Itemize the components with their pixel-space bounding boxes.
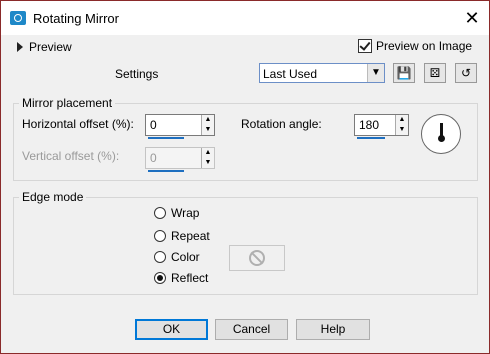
save-preset-button[interactable]: 💾 xyxy=(393,63,415,83)
title-bar: Rotating Mirror ✕ xyxy=(1,1,489,35)
chevron-down-icon[interactable]: ▼ xyxy=(367,64,384,82)
edge-mode-wrap[interactable]: Wrap xyxy=(154,206,199,220)
preview-on-image-checkbox[interactable] xyxy=(358,39,372,53)
rotation-angle-value: 180 xyxy=(359,118,380,132)
cancel-button[interactable]: Cancel xyxy=(215,319,288,340)
edge-mode-color[interactable]: Color xyxy=(154,250,200,264)
edge-mode-repeat[interactable]: Repeat xyxy=(154,229,210,243)
rotation-angle-input[interactable]: 180 ▲ ▼ xyxy=(354,114,409,139)
dialog-window: Rotating Mirror ✕ Preview Preview on Ima… xyxy=(0,0,490,354)
preview-on-image-label: Preview on Image xyxy=(376,39,473,53)
horizontal-offset-input[interactable]: 0 ▲ ▼ xyxy=(145,114,215,139)
horizontal-offset-label: Horizontal offset (%): xyxy=(22,117,134,131)
dial-center xyxy=(438,135,445,142)
save-preset-icon: 💾 xyxy=(396,66,412,80)
reset-icon: ↺ xyxy=(460,66,472,80)
ok-button[interactable]: OK xyxy=(135,319,208,340)
edge-mode-reflect[interactable]: Reflect xyxy=(154,271,208,285)
reflect-radio[interactable] xyxy=(154,272,166,284)
repeat-radio[interactable] xyxy=(154,230,166,242)
edge-mode-title: Edge mode xyxy=(19,190,87,204)
horizontal-offset-value: 0 xyxy=(150,118,157,132)
window-title: Rotating Mirror xyxy=(33,11,119,26)
wrap-radio[interactable] xyxy=(154,207,166,219)
mirror-placement-title: Mirror placement xyxy=(19,96,116,110)
reflect-label: Reflect xyxy=(171,271,209,285)
vertical-offset-value: 0 xyxy=(150,151,157,165)
app-camera-icon xyxy=(10,11,26,25)
rotation-angle-slider[interactable] xyxy=(357,137,385,139)
preset-dropdown[interactable]: Last Used ▼ xyxy=(259,63,385,83)
horizontal-offset-slider[interactable] xyxy=(148,137,184,139)
horizontal-offset-stepper[interactable]: ▲ ▼ xyxy=(201,115,214,135)
edge-color-swatch[interactable] xyxy=(229,245,285,271)
randomize-icon: ⚄ xyxy=(429,66,441,80)
color-radio[interactable] xyxy=(154,251,166,263)
preview-expander[interactable]: Preview xyxy=(17,40,72,54)
vertical-offset-input[interactable]: 0 ▲ ▼ xyxy=(145,147,215,172)
settings-label: Settings xyxy=(115,67,159,81)
wrap-label: Wrap xyxy=(171,206,200,220)
randomize-button[interactable]: ⚄ xyxy=(424,63,446,83)
expand-triangle-icon xyxy=(17,42,23,52)
rotation-angle-label: Rotation angle: xyxy=(241,117,322,131)
close-button[interactable]: ✕ xyxy=(461,7,483,29)
vertical-offset-slider[interactable] xyxy=(148,170,184,172)
preset-value: Last Used xyxy=(263,67,318,81)
color-label: Color xyxy=(171,250,200,264)
no-color-icon xyxy=(249,250,265,266)
close-icon: ✕ xyxy=(464,8,480,28)
vertical-offset-label: Vertical offset (%): xyxy=(22,149,120,163)
repeat-label: Repeat xyxy=(171,229,210,243)
preview-expander-label: Preview xyxy=(29,40,72,54)
rotation-dial[interactable] xyxy=(421,114,461,154)
help-button[interactable]: Help xyxy=(296,319,370,340)
vertical-offset-stepper[interactable]: ▲ ▼ xyxy=(201,148,214,168)
rotation-angle-stepper[interactable]: ▲ ▼ xyxy=(395,115,408,135)
reset-button[interactable]: ↺ xyxy=(455,63,477,83)
preview-on-image-toggle[interactable]: Preview on Image xyxy=(358,39,472,53)
